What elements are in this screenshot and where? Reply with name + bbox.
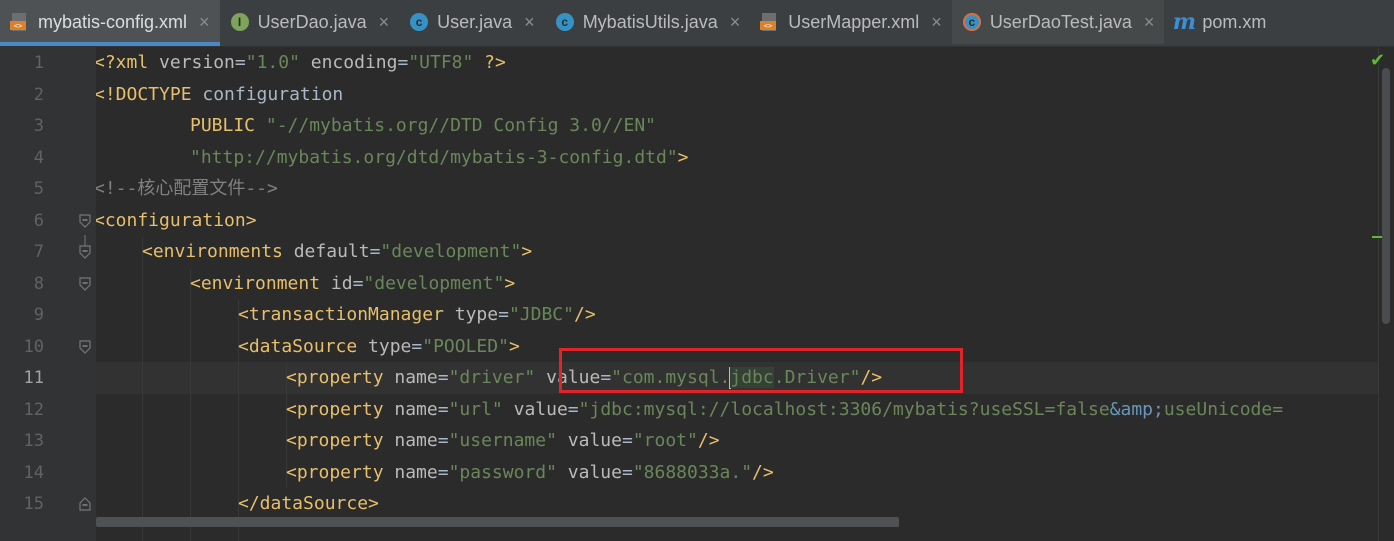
- line-number: 5: [33, 179, 44, 199]
- tab-usermapper-xml[interactable]: <> UserMapper.xml ×: [750, 0, 952, 44]
- code-line-1: <?xml version="1.0" encoding="UTF8" ?>: [96, 52, 506, 73]
- fold-collapse-icon[interactable]: [78, 340, 92, 354]
- line-number: 6: [33, 211, 44, 231]
- line-number: 13: [23, 431, 44, 451]
- code-line-3: PUBLIC "-//mybatis.org//DTD Config 3.0//…: [190, 115, 656, 136]
- interface-icon: I: [230, 12, 250, 32]
- code-line-5: <!--核心配置文件-->: [96, 178, 278, 199]
- line-number: 7: [33, 242, 44, 262]
- xml-file-icon: <>: [760, 12, 780, 32]
- tab-label: pom.xm: [1202, 11, 1267, 32]
- indent-guide: [190, 269, 191, 541]
- code-line-15: </dataSource>: [238, 493, 379, 514]
- fold-expand-end-icon[interactable]: [78, 497, 92, 511]
- tab-userdao-java[interactable]: I UserDao.java ×: [220, 0, 400, 44]
- tab-overflow-area[interactable]: [1365, 0, 1394, 46]
- vertical-scrollbar[interactable]: [1382, 68, 1390, 324]
- line-number-gutter: 1 2 3 4 5 6 7 8 9 10 11 12 13 14 15: [0, 47, 96, 541]
- code-editor[interactable]: <?xml version="1.0" encoding="UTF8" ?> <…: [96, 47, 1378, 541]
- annotation-highlight-box: [559, 348, 963, 393]
- line-number: 14: [23, 463, 44, 483]
- code-line-2: <!DOCTYPE configuration: [96, 84, 344, 105]
- tab-label: MybatisUtils.java: [582, 11, 718, 32]
- code-line-13: <property name="username" value="root"/>: [286, 430, 720, 451]
- tab-label: UserMapper.xml: [788, 11, 920, 32]
- tab-userdaotest-java[interactable]: c UserDaoTest.java ×: [951, 0, 1165, 44]
- code-line-12: <property name="url" value="jdbc:mysql:/…: [286, 399, 1284, 420]
- code-line-9: <transactionManager type="JDBC"/>: [238, 304, 596, 325]
- line-number: 8: [33, 274, 44, 294]
- indent-guide: [142, 237, 143, 541]
- fold-collapse-icon[interactable]: [78, 245, 92, 259]
- tab-pom-xml[interactable]: m pom.xm: [1164, 0, 1276, 44]
- maven-icon: m: [1172, 9, 1197, 35]
- tab-mybatis-config-xml[interactable]: <> mybatis-config.xml ×: [0, 0, 220, 46]
- code-line-14: <property name="password" value="8688033…: [286, 462, 774, 483]
- xml-file-icon: <>: [10, 12, 30, 32]
- line-number: 3: [33, 116, 44, 136]
- line-number: 2: [33, 85, 44, 105]
- close-icon[interactable]: ×: [199, 12, 210, 33]
- fold-collapse-icon[interactable]: [78, 214, 92, 228]
- line-number: 1: [33, 53, 44, 73]
- line-number: 9: [33, 305, 44, 325]
- class-icon: c: [555, 12, 575, 32]
- fold-collapse-icon[interactable]: [78, 277, 92, 291]
- code-line-7: <environments default="development">: [142, 241, 533, 262]
- editor-tab-bar: <> mybatis-config.xml × I UserDao.java ×…: [0, 0, 1394, 47]
- code-line-6: <configuration>: [96, 210, 257, 231]
- tab-label: UserDaoTest.java: [989, 11, 1132, 32]
- tab-user-java[interactable]: c User.java ×: [399, 0, 545, 44]
- svg-text:<>: <>: [14, 22, 22, 30]
- tab-label: mybatis-config.xml: [38, 11, 188, 32]
- code-line-10: <dataSource type="POOLED">: [238, 336, 520, 357]
- code-line-4: "http://mybatis.org/dtd/mybatis-3-config…: [190, 147, 689, 168]
- close-icon[interactable]: ×: [1144, 12, 1155, 33]
- svg-text:<>: <>: [764, 22, 772, 30]
- close-icon[interactable]: ×: [730, 12, 741, 33]
- tab-label: UserDao.java: [257, 11, 367, 32]
- tab-mybatisutils-java[interactable]: c MybatisUtils.java ×: [545, 0, 751, 44]
- tab-label: User.java: [437, 11, 513, 32]
- close-icon[interactable]: ×: [379, 12, 390, 33]
- line-number: 12: [23, 400, 44, 420]
- code-line-8: <environment id="development">: [190, 273, 516, 294]
- horizontal-scrollbar[interactable]: [96, 517, 899, 527]
- close-icon[interactable]: ×: [524, 12, 535, 33]
- line-number: 15: [23, 494, 44, 514]
- line-number-current: 11: [23, 368, 44, 388]
- line-number: 10: [23, 337, 44, 357]
- line-number: 4: [33, 148, 44, 168]
- close-icon[interactable]: ×: [931, 12, 942, 33]
- test-class-icon: c: [962, 12, 982, 32]
- class-icon: c: [409, 12, 429, 32]
